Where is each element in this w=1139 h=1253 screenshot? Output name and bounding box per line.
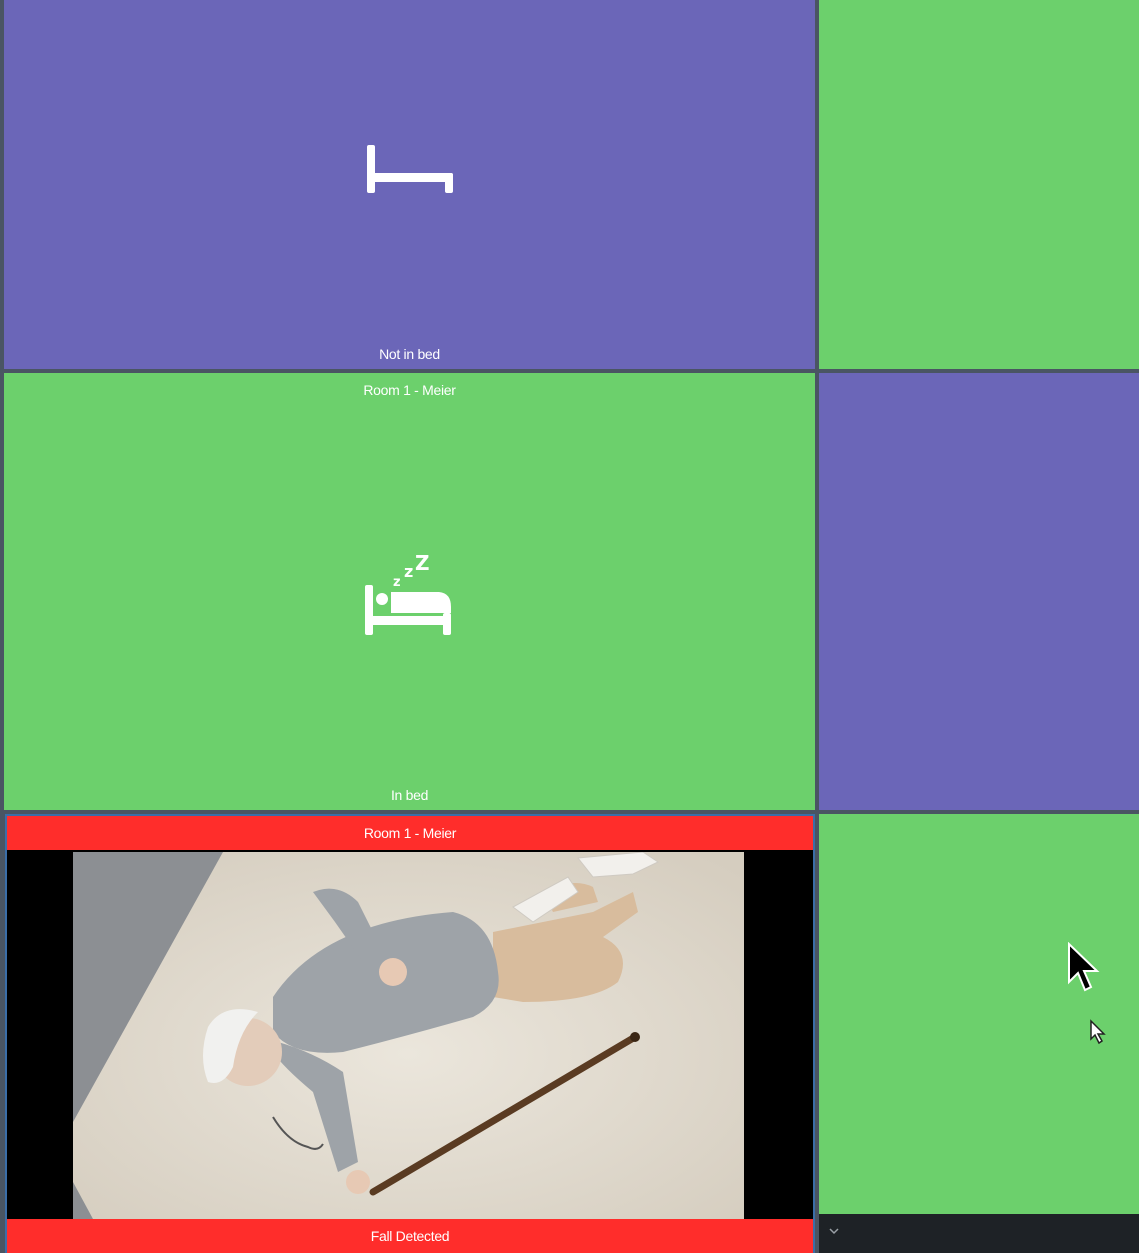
- room-tile-empty[interactable]: [819, 373, 1139, 810]
- room-tile-in-bed[interactable]: Room 1 - Meier z z Z In bed: [4, 373, 815, 810]
- mouse-pointer-icon: [1067, 941, 1101, 999]
- chevron-down-icon[interactable]: [829, 1224, 839, 1238]
- room-title: Room 1 - Meier: [363, 382, 456, 398]
- room-tile-not-in-bed[interactable]: Not in bed: [4, 0, 815, 369]
- mouse-pointer-icon: [1089, 1019, 1107, 1050]
- status-label: Not in bed: [379, 346, 440, 362]
- sleeping-in-bed-icon: z z Z: [364, 551, 455, 642]
- fallen-person-photo: [73, 852, 744, 1219]
- svg-text:z: z: [404, 562, 413, 581]
- svg-text:Z: Z: [415, 555, 430, 575]
- svg-text:z: z: [393, 575, 401, 590]
- empty-bed-icon: [366, 143, 453, 200]
- alert-status-label: Fall Detected: [7, 1219, 813, 1253]
- tile-toolbar: [819, 1214, 1139, 1253]
- room-tile-fall-alert[interactable]: Room 1 - Meier Fall Detected: [5, 814, 815, 1253]
- room-tile-empty[interactable]: [819, 0, 1139, 369]
- status-label: In bed: [390, 787, 429, 803]
- alert-room-title: Room 1 - Meier: [7, 816, 813, 850]
- room-tile-empty[interactable]: [819, 814, 1139, 1214]
- monitoring-dashboard: Not in bed Room 1 - Meier z z Z In bed R…: [0, 0, 1139, 1253]
